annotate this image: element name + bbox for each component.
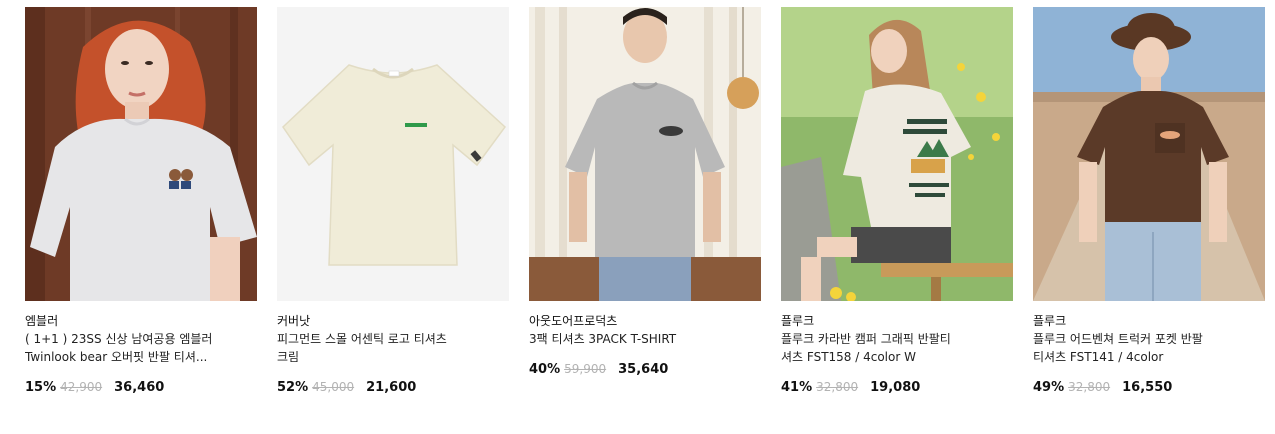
product-image[interactable] — [529, 7, 761, 301]
discount-rate: 40% — [529, 362, 561, 377]
price-row: 49% 32,800 16,550 — [1033, 378, 1265, 397]
original-price: 32,800 — [1068, 380, 1111, 394]
product-image[interactable] — [25, 7, 257, 301]
discount-rate: 41% — [781, 380, 813, 395]
price-row: 52% 45,000 21,600 — [277, 378, 509, 397]
product-card[interactable]: 아웃도어프로덕츠 3팩 티셔츠 3PACK T-SHIRT 40% 59,900… — [529, 7, 761, 397]
product-info: 아웃도어프로덕츠 3팩 티셔츠 3PACK T-SHIRT 40% 59,900… — [529, 301, 761, 379]
product-info: 플루크 플루크 카라반 캠퍼 그래픽 반팔티 셔츠 FST158 / 4colo… — [781, 301, 1013, 397]
sale-price: 35,640 — [618, 362, 669, 377]
product-brand[interactable]: 엠블러 — [25, 312, 257, 330]
product-card[interactable]: 플루크 플루크 카라반 캠퍼 그래픽 반팔티 셔츠 FST158 / 4colo… — [781, 7, 1013, 397]
sale-price: 19,080 — [870, 380, 921, 395]
sale-price: 21,600 — [366, 380, 417, 395]
discount-rate: 52% — [277, 380, 309, 395]
product-image[interactable] — [1033, 7, 1265, 301]
product-image[interactable] — [781, 7, 1013, 301]
sale-price: 16,550 — [1122, 380, 1173, 395]
discount-rate: 49% — [1033, 380, 1065, 395]
product-title[interactable]: 피그먼트 스몰 어센틱 로고 티셔츠 크림 — [277, 330, 509, 366]
product-title[interactable]: ( 1+1 ) 23SS 신상 남여공용 엠블러 Twinlook bear 오… — [25, 330, 257, 366]
product-brand[interactable]: 커버낫 — [277, 312, 509, 330]
product-title[interactable]: 플루크 카라반 캠퍼 그래픽 반팔티 셔츠 FST158 / 4color W — [781, 330, 1013, 366]
original-price: 59,900 — [564, 362, 607, 376]
original-price: 45,000 — [312, 380, 355, 394]
product-card[interactable]: 커버낫 피그먼트 스몰 어센틱 로고 티셔츠 크림 52% 45,000 21,… — [277, 7, 509, 397]
product-card[interactable]: 엠블러 ( 1+1 ) 23SS 신상 남여공용 엠블러 Twinlook be… — [25, 7, 257, 397]
product-title[interactable]: 3팩 티셔츠 3PACK T-SHIRT — [529, 330, 761, 348]
price-row: 41% 32,800 19,080 — [781, 378, 1013, 397]
original-price: 32,800 — [816, 380, 859, 394]
discount-rate: 15% — [25, 380, 57, 395]
product-image[interactable] — [277, 7, 509, 301]
product-brand[interactable]: 플루크 — [1033, 312, 1265, 330]
product-brand[interactable]: 아웃도어프로덕츠 — [529, 312, 761, 330]
price-row: 15% 42,900 36,460 — [25, 378, 257, 397]
product-title[interactable]: 플루크 어드벤쳐 트럭커 포켓 반팔 티셔츠 FST141 / 4color — [1033, 330, 1265, 366]
product-info: 엠블러 ( 1+1 ) 23SS 신상 남여공용 엠블러 Twinlook be… — [25, 301, 257, 397]
product-info: 플루크 플루크 어드벤쳐 트럭커 포켓 반팔 티셔츠 FST141 / 4col… — [1033, 301, 1265, 397]
product-grid: 엠블러 ( 1+1 ) 23SS 신상 남여공용 엠블러 Twinlook be… — [25, 7, 1265, 397]
product-brand[interactable]: 플루크 — [781, 312, 1013, 330]
product-card[interactable]: 플루크 플루크 어드벤쳐 트럭커 포켓 반팔 티셔츠 FST141 / 4col… — [1033, 7, 1265, 397]
original-price: 42,900 — [60, 380, 103, 394]
price-row: 40% 59,900 35,640 — [529, 360, 761, 379]
product-info: 커버낫 피그먼트 스몰 어센틱 로고 티셔츠 크림 52% 45,000 21,… — [277, 301, 509, 397]
sale-price: 36,460 — [114, 380, 165, 395]
